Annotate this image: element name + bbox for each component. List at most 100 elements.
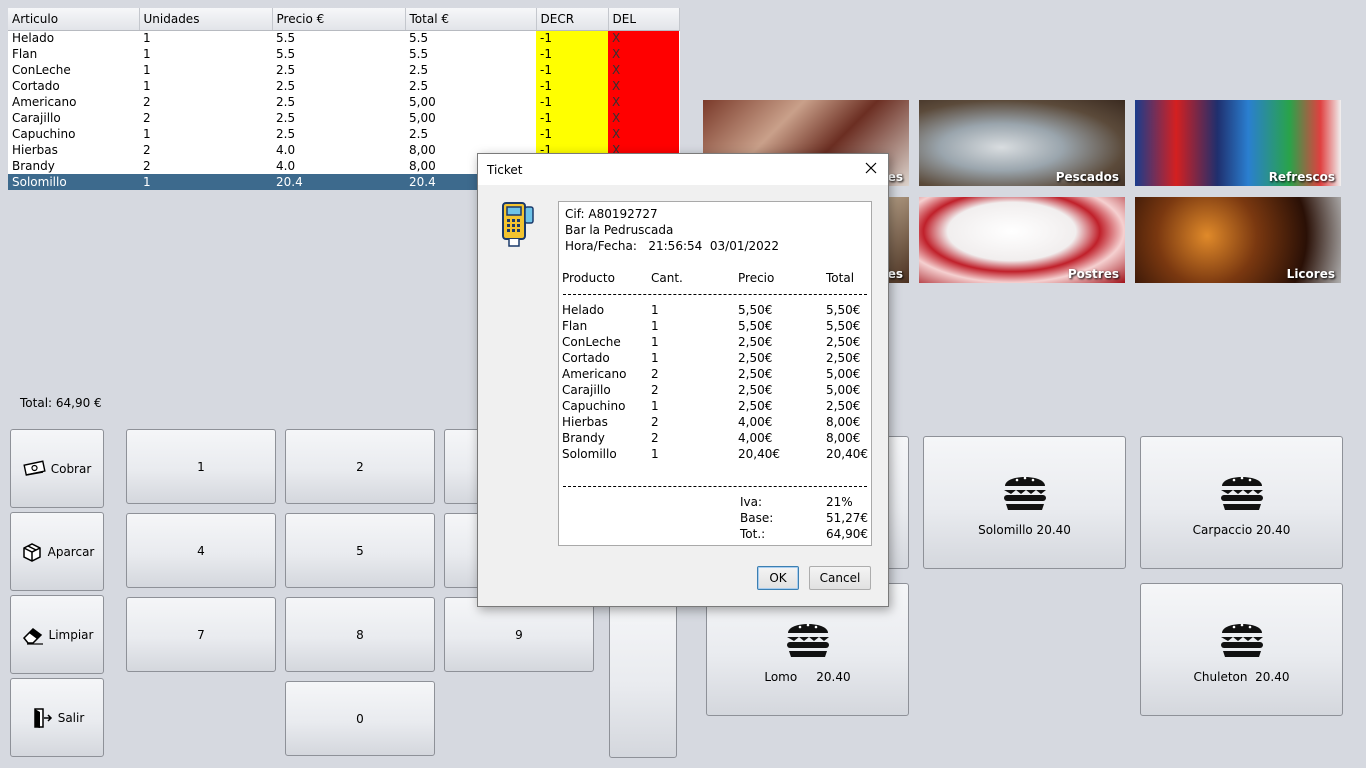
receipt-line-producto: Solomillo [562, 447, 617, 461]
cell-decr[interactable]: -1 [536, 62, 608, 78]
receipt-area[interactable]: Cif: A80192727 Bar la Pedruscada Hora/Fe… [558, 201, 872, 546]
receipt-line-cant: 1 [651, 335, 659, 349]
key-7-button[interactable]: 7 [126, 597, 276, 672]
aparcar-button[interactable]: Aparcar [10, 512, 104, 591]
cell-del[interactable]: X [608, 110, 679, 126]
key-5-button[interactable]: 5 [285, 513, 435, 588]
table-row[interactable]: Helado 1 5.5 5.5 -1 X [8, 30, 679, 46]
receipt-iva-label: Iva: [740, 495, 763, 509]
receipt-line-precio: 5,50€ [738, 303, 773, 317]
column-header-total[interactable]: Total € [405, 8, 537, 31]
category-pescados-label: Pescados [1055, 170, 1119, 184]
cell-decr[interactable]: -1 [536, 30, 608, 46]
column-header-decr[interactable]: DECR [536, 8, 609, 31]
product-solomillo-button[interactable]: Solomillo 20.40 [923, 436, 1126, 569]
cell-decr[interactable]: -1 [536, 78, 608, 94]
product-chuleton-label: Chuleton 20.40 [1193, 670, 1290, 684]
key-4-button[interactable]: 4 [126, 513, 276, 588]
table-row[interactable]: Americano 2 2.5 5,00 -1 X [8, 94, 679, 110]
column-header-precio[interactable]: Precio € [272, 8, 406, 31]
cell-unidades: 1 [143, 127, 151, 141]
cell-precio: 2.5 [276, 79, 296, 93]
receipt-line-precio: 20,40€ [738, 447, 780, 461]
limpiar-button[interactable]: Limpiar [10, 595, 104, 674]
key-8-button[interactable]: 8 [285, 597, 435, 672]
receipt-line-cant: 1 [651, 351, 659, 365]
receipt-line-total: 5,00€ [826, 383, 861, 397]
cell-del[interactable]: X [608, 30, 679, 46]
salir-button[interactable]: Salir [10, 678, 104, 757]
close-icon[interactable] [864, 161, 878, 175]
ok-button[interactable]: OK [757, 566, 799, 590]
box-icon [20, 540, 44, 564]
cancel-button[interactable]: Cancel [809, 566, 871, 590]
table-row[interactable]: Flan 1 5.5 5.5 -1 X [8, 46, 679, 62]
category-postres-label: Postres [1067, 267, 1119, 281]
receipt-line-total: 2,50€ [826, 351, 861, 365]
cell-articulo: Americano [12, 95, 77, 109]
receipt-line-total: 2,50€ [826, 335, 861, 349]
category-pescados[interactable]: Pescados [919, 100, 1125, 186]
cell-precio: 4.0 [276, 159, 296, 173]
cobrar-button[interactable]: Cobrar [10, 429, 104, 508]
category-postres[interactable]: Postres [919, 197, 1125, 283]
receipt-line-producto: ConLeche [562, 335, 621, 349]
cell-articulo: Hierbas [12, 143, 58, 157]
product-carpaccio-button[interactable]: Carpaccio 20.40 [1140, 436, 1343, 569]
category-refrescos[interactable]: Refrescos [1135, 100, 1341, 186]
exit-icon [30, 706, 54, 730]
burger-icon [1218, 615, 1266, 662]
key-9-button[interactable]: 9 [444, 597, 594, 672]
cell-del[interactable]: X [608, 46, 679, 62]
cell-decr[interactable]: -1 [536, 94, 608, 110]
receipt-line-precio: 2,50€ [738, 351, 773, 365]
product-chuleton-button[interactable]: Chuleton 20.40 [1140, 583, 1343, 716]
burger-icon [1001, 468, 1049, 515]
burger-icon [1218, 468, 1266, 515]
category-licores[interactable]: Licores [1135, 197, 1341, 283]
cell-total: 5.5 [409, 31, 429, 46]
column-header-unidades[interactable]: Unidades [139, 8, 273, 31]
receipt-cif: Cif: A80192727 [565, 207, 658, 221]
receipt-line-cant: 1 [651, 447, 659, 461]
key-1-button[interactable]: 1 [126, 429, 276, 504]
receipt-line-producto: Helado [562, 303, 605, 317]
cell-unidades: 2 [143, 111, 151, 125]
receipt-tot-value: 64,90€ [826, 527, 868, 541]
receipt-separator [563, 294, 867, 295]
receipt-line-cant: 1 [651, 303, 659, 317]
table-row[interactable]: Cortado 1 2.5 2.5 -1 X [8, 78, 679, 94]
receipt-line-precio: 5,50€ [738, 319, 773, 333]
cell-unidades: 1 [143, 31, 151, 46]
cash-icon [23, 459, 47, 478]
key-0-button[interactable]: 0 [285, 681, 435, 756]
cell-del[interactable]: X [608, 78, 679, 94]
table-row[interactable]: Capuchino 1 2.5 2.5 -1 X [8, 126, 679, 142]
cell-decr[interactable]: -1 [536, 126, 608, 142]
cell-total: 5.5 [409, 47, 429, 61]
table-row[interactable]: ConLeche 1 2.5 2.5 -1 X [8, 62, 679, 78]
cell-decr[interactable]: -1 [536, 46, 608, 62]
cell-del[interactable]: X [608, 126, 679, 142]
product-solomillo-label: Solomillo 20.40 [978, 523, 1071, 537]
column-header-articulo[interactable]: Articulo [8, 8, 140, 31]
cell-precio: 2.5 [276, 95, 296, 109]
cobrar-label: Cobrar [50, 461, 92, 476]
receipt-header-precio: Precio [738, 271, 775, 285]
cell-total: 5,00 [409, 111, 436, 125]
category-refrescos-label: Refrescos [1268, 170, 1335, 184]
enter-button[interactable] [609, 597, 677, 758]
key-2-button[interactable]: 2 [285, 429, 435, 504]
cell-precio: 2.5 [276, 111, 296, 125]
cell-del[interactable]: X [608, 94, 679, 110]
receipt-line-producto: Hierbas [562, 415, 608, 429]
cell-decr[interactable]: -1 [536, 110, 608, 126]
dialog-titlebar[interactable]: Ticket [478, 154, 888, 185]
table-row[interactable]: Carajillo 2 2.5 5,00 -1 X [8, 110, 679, 126]
receipt-line-cant: 1 [651, 319, 659, 333]
cell-del[interactable]: X [608, 62, 679, 78]
cell-articulo: Solomillo [8, 174, 139, 190]
category-licores-label: Licores [1286, 267, 1335, 281]
column-header-del[interactable]: DEL [608, 8, 680, 31]
cell-unidades: 2 [143, 159, 151, 173]
